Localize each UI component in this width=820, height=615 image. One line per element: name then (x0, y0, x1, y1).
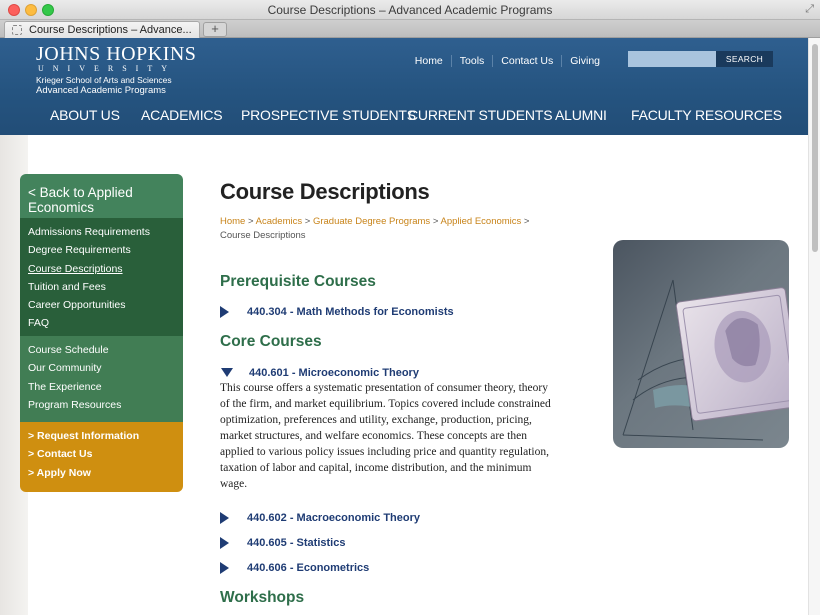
breadcrumb-sep: > (430, 216, 441, 227)
course-440-304[interactable]: 440.304 - Math Methods for Economists (220, 303, 454, 319)
course-440-605[interactable]: 440.605 - Statistics (220, 534, 345, 550)
back-to-program-link[interactable]: < Back to Applied Economics (20, 174, 183, 218)
expand-arrow-icon (220, 511, 229, 524)
section-workshops: Workshops (220, 589, 305, 606)
nav-current-students[interactable]: CURRENT STUDENTS (408, 107, 553, 123)
course-440-606[interactable]: 440.606 - Econometrics (220, 559, 369, 575)
expand-arrow-icon (220, 305, 229, 318)
sidebar-item-our-community[interactable]: Our Community (20, 362, 183, 380)
nav-about-us[interactable]: ABOUT US (50, 107, 120, 123)
contact-us-link[interactable]: > Contact Us (20, 448, 183, 466)
section-core-courses: Core Courses (220, 333, 322, 350)
request-information-link[interactable]: > Request Information (20, 430, 183, 448)
logo-program: Advanced Academic Programs (36, 85, 166, 96)
sidebar-item-the-experience[interactable]: The Experience (20, 381, 183, 399)
new-tab-button[interactable]: + (203, 22, 227, 37)
breadcrumb-home[interactable]: Home (220, 216, 245, 227)
util-link-contact[interactable]: Contact Us (492, 55, 561, 67)
nav-alumni[interactable]: ALUMNI (555, 107, 607, 123)
sidebar-actions: > Request Information > Contact Us > App… (20, 422, 183, 492)
page-favicon-icon (12, 25, 22, 35)
expand-arrow-icon (220, 561, 229, 574)
logo-sub: UNIVERSITY (38, 64, 176, 73)
course-440-601[interactable]: 440.601 - Microeconomic Theory (220, 364, 419, 380)
util-link-giving[interactable]: Giving (561, 55, 608, 67)
vertical-scrollbar[interactable] (808, 38, 820, 615)
course-description: This course offers a systematic presenta… (220, 382, 551, 490)
banknote-illustration-icon (622, 279, 789, 441)
sidebar-item-degree-requirements[interactable]: Degree Requirements (20, 244, 183, 262)
site-header: JOHNS HOPKINS UNIVERSITY Krieger School … (0, 38, 808, 135)
apply-now-link[interactable]: > Apply Now (20, 467, 183, 485)
sidebar-item-course-descriptions[interactable]: Course Descriptions (20, 263, 183, 281)
sidebar-item-admissions[interactable]: Admissions Requirements (20, 226, 183, 244)
fullscreen-icon[interactable]: ⤢ (805, 3, 814, 16)
sidebar-item-careers[interactable]: Career Opportunities (20, 299, 183, 317)
sidebar-secondary-nav: Course Schedule Our Community The Experi… (20, 336, 183, 422)
browser-tab[interactable]: Course Descriptions – Advance... (4, 21, 200, 38)
util-link-tools[interactable]: Tools (450, 55, 493, 67)
breadcrumb-sep: > (521, 216, 530, 227)
utility-nav: Home Tools Contact Us Giving (407, 55, 608, 67)
sidebar-item-faq[interactable]: FAQ (20, 317, 183, 335)
logo-name: JOHNS HOPKINS (36, 43, 197, 65)
util-link-home[interactable]: Home (407, 55, 451, 67)
breadcrumb-applied-economics[interactable]: Applied Economics (441, 216, 522, 227)
tab-title: Course Descriptions – Advance... (29, 24, 192, 36)
course-title[interactable]: 440.601 - Microeconomic Theory (249, 367, 419, 379)
logo-school: Krieger School of Arts and Sciences (36, 75, 172, 85)
breadcrumb: Home > Academics > Graduate Degree Progr… (220, 215, 560, 243)
window-titlebar: Course Descriptions – Advanced Academic … (0, 0, 820, 20)
course-title[interactable]: 440.304 - Math Methods for Economists (247, 306, 454, 318)
sidebar-item-program-resources[interactable]: Program Resources (20, 399, 183, 417)
breadcrumb-sep: > (245, 216, 256, 227)
scrollbar-thumb[interactable] (812, 44, 818, 252)
economics-banknote-image (613, 240, 789, 448)
section-prerequisite-courses: Prerequisite Courses (220, 273, 376, 290)
collapse-arrow-icon (221, 368, 233, 378)
nav-faculty-resources[interactable]: FACULTY RESOURCES (631, 107, 782, 123)
course-title[interactable]: 440.606 - Econometrics (247, 562, 369, 574)
breadcrumb-current: Course Descriptions (220, 230, 306, 241)
sidebar-primary-nav: Admissions Requirements Degree Requireme… (20, 218, 183, 336)
breadcrumb-academics[interactable]: Academics (256, 216, 302, 227)
breadcrumb-sep: > (302, 216, 313, 227)
university-logo[interactable]: JOHNS HOPKINS UNIVERSITY Krieger School … (36, 44, 196, 96)
course-440-602[interactable]: 440.602 - Macroeconomic Theory (220, 509, 420, 525)
tab-bar: Course Descriptions – Advance... + (0, 20, 820, 38)
sidebar: < Back to Applied Economics Admissions R… (20, 174, 183, 492)
sidebar-item-course-schedule[interactable]: Course Schedule (20, 344, 183, 362)
nav-prospective-students[interactable]: PROSPECTIVE STUDENTS (241, 107, 416, 123)
search-button[interactable]: SEARCH (716, 51, 773, 67)
course-title[interactable]: 440.602 - Macroeconomic Theory (247, 512, 420, 524)
search-input[interactable] (628, 51, 716, 67)
main-nav: ABOUT US ACADEMICS PROSPECTIVE STUDENTS … (0, 107, 808, 129)
nav-academics[interactable]: ACADEMICS (141, 107, 223, 123)
window-title: Course Descriptions – Advanced Academic … (267, 3, 553, 17)
sidebar-item-tuition[interactable]: Tuition and Fees (20, 281, 183, 299)
course-title[interactable]: 440.605 - Statistics (247, 537, 345, 549)
breadcrumb-graduate-programs[interactable]: Graduate Degree Programs (313, 216, 430, 227)
page-title: Course Descriptions (220, 179, 430, 204)
expand-arrow-icon (220, 536, 229, 549)
